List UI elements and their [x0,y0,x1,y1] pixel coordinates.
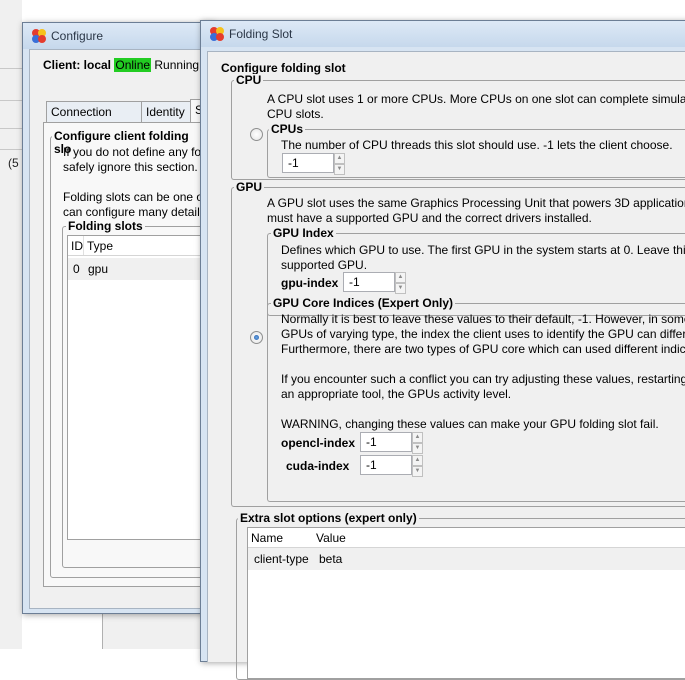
spin-down-icon[interactable]: ▼ [412,466,423,477]
gpu-index-desc: Defines which GPU to use. The first GPU … [281,243,685,257]
configure-title: Configure [51,29,104,43]
cpu-group-label: CPU [234,73,264,87]
option-value: beta [319,552,343,566]
configure-window[interactable]: Configure Client: local Online Running C… [22,22,240,614]
gpu-index-spinbox[interactable]: -1 ▲ ▼ [343,272,406,294]
table-row[interactable]: 0 gpu [68,258,218,280]
spin-up-icon[interactable]: ▲ [412,455,423,466]
cpus-desc: The number of CPU threads this slot shou… [281,138,673,152]
spin-down-icon[interactable]: ▼ [395,283,406,294]
column-value[interactable]: Value [316,531,346,545]
extra-options-list[interactable]: Name Value client-type beta [247,527,685,679]
gpu-core-warning: WARNING, changing these values can make … [281,417,659,431]
cuda-index-value: -1 [366,458,377,472]
gpu-core-line: GPUs of varying type, the index the clie… [281,327,685,341]
gpu-core-line: If you encounter such a conflict you can… [281,372,685,386]
folding-slots-list[interactable]: ID Type 0 gpu [67,235,219,540]
column-type[interactable]: Type [87,239,113,253]
client-status: Client: local Online Running [43,58,199,72]
cpus-label: CPUs [269,122,306,136]
slot-id: 0 [73,262,80,276]
slots-help-line: can configure many detail [63,205,200,219]
configure-titlebar[interactable]: Configure [23,23,213,49]
cpu-desc: A CPU slot uses 1 or more CPUs. More CPU… [267,92,685,106]
cuda-index-label: cuda-index [286,459,350,473]
background-panel [102,612,203,649]
gpu-core-line: Normally it is best to leave these value… [281,312,685,326]
opencl-index-label: opencl-index [281,436,356,450]
folding-at-home-icon [210,27,224,41]
list-header: ID Type [68,236,218,256]
gpu-radio[interactable] [250,331,263,344]
spin-up-icon[interactable]: ▲ [412,432,423,443]
folding-slots-label: Folding slots [66,219,145,233]
extra-options-label: Extra slot options (expert only) [238,511,419,525]
option-name: client-type [254,552,309,566]
background-app [0,0,22,649]
configure-client-area: Client: local Online Running Connection … [29,49,240,609]
cuda-index-spinbox[interactable]: -1 ▲ ▼ [360,455,424,477]
folding-slot-client-area: Configure folding slot CPU A CPU slot us… [207,51,685,680]
client-label: Client: local [43,58,112,72]
gpu-core-line: an appropriate tool, the GPUs activity l… [281,387,512,401]
cpus-value: -1 [288,156,299,170]
gpu-index-desc: supported GPU. [281,258,368,272]
slots-help-line: safely ignore this section. [63,160,198,174]
status-running: Running [154,58,200,72]
tab-identity[interactable]: Identity [141,101,195,122]
status-online-badge: Online [114,58,152,72]
gpu-core-line: Furthermore, there are two types of GPU … [281,342,685,356]
tab-strip: Connection Identity Slots [46,99,240,122]
opencl-index-spinbox[interactable]: -1 ▲ ▼ [360,432,424,454]
folding-slot-titlebar[interactable]: Folding Slot [201,21,685,47]
slots-help-line: Folding slots can be one o [63,190,204,204]
gpu-index-label: GPU Index [271,226,336,240]
gpu-group-label: GPU [234,180,265,194]
folding-slot-window[interactable]: Folding Slot Configure folding slot CPU … [200,20,685,680]
slots-help-line: If you do not define any fo [63,145,202,159]
slot-type: gpu [88,262,109,276]
gpu-desc: must have a supported GPU and the correc… [267,211,592,225]
column-id[interactable]: ID [71,239,83,253]
cpu-radio[interactable] [250,128,263,141]
column-name[interactable]: Name [251,531,283,545]
spin-down-icon[interactable]: ▼ [334,164,345,175]
opencl-index-value: -1 [366,435,377,449]
gpu-desc: A GPU slot uses the same Graphics Proces… [267,196,685,210]
gpu-index-field-label: gpu-index [281,276,339,290]
folding-slot-title: Folding Slot [229,27,293,41]
list-header: Name Value [248,528,685,548]
spin-up-icon[interactable]: ▲ [395,272,406,283]
background-text: (5 [8,156,19,170]
folding-at-home-icon [32,29,46,43]
tab-connection[interactable]: Connection [46,101,142,122]
gpu-core-label: GPU Core Indices (Expert Only) [271,296,456,310]
spin-up-icon[interactable]: ▲ [334,153,345,164]
cpus-spinbox[interactable]: -1 ▲ ▼ [282,153,345,175]
gpu-index-value: -1 [349,275,360,289]
table-row[interactable]: client-type beta [248,548,685,570]
cpu-desc: CPU slots. [267,107,324,121]
spin-down-icon[interactable]: ▼ [412,443,423,454]
